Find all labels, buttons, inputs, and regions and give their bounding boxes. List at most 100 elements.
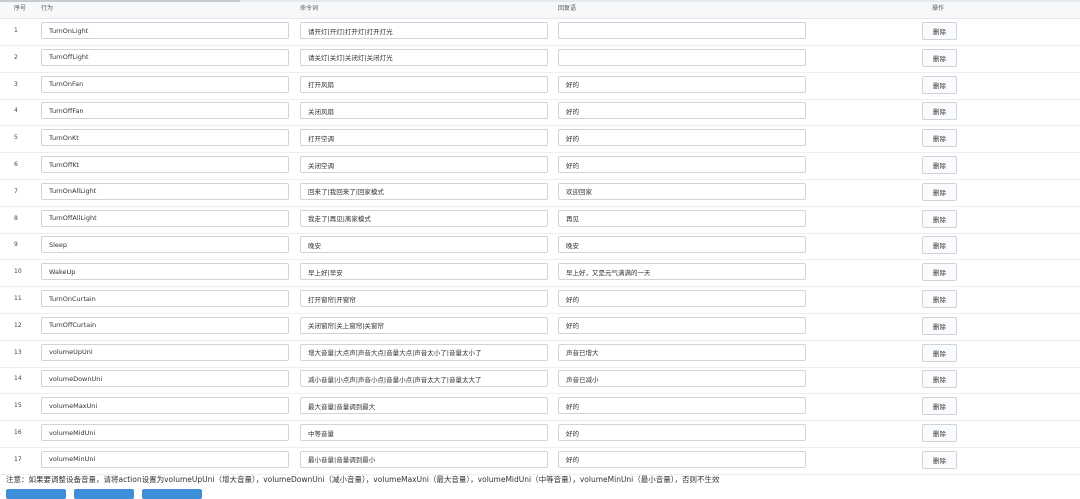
row-index: 17 bbox=[14, 455, 22, 463]
command-input[interactable] bbox=[300, 22, 548, 39]
delete-button[interactable]: 删除 bbox=[922, 450, 957, 469]
command-input[interactable] bbox=[300, 182, 548, 200]
command-input[interactable] bbox=[300, 156, 548, 173]
delete-button[interactable]: 删除 bbox=[922, 75, 957, 94]
reply-input[interactable] bbox=[558, 236, 806, 254]
table-row: 4 删除 bbox=[0, 98, 1080, 127]
command-input[interactable] bbox=[300, 397, 548, 415]
command-input[interactable] bbox=[300, 129, 548, 147]
command-input[interactable] bbox=[300, 102, 548, 120]
delete-button[interactable]: 删除 bbox=[922, 129, 957, 148]
command-input[interactable] bbox=[300, 343, 548, 361]
command-input[interactable] bbox=[300, 236, 548, 254]
delete-button[interactable]: 删除 bbox=[922, 343, 957, 362]
command-input[interactable] bbox=[300, 209, 548, 227]
row-index: 13 bbox=[14, 348, 22, 356]
action-input[interactable] bbox=[41, 102, 289, 120]
action-input[interactable] bbox=[41, 236, 289, 254]
delete-button[interactable]: 删除 bbox=[922, 182, 957, 201]
table-row: 9 删除 bbox=[0, 232, 1080, 261]
command-input[interactable] bbox=[300, 450, 548, 468]
delete-button[interactable]: 删除 bbox=[922, 263, 957, 282]
reply-input[interactable] bbox=[558, 397, 806, 415]
command-input[interactable] bbox=[300, 263, 548, 281]
action-input[interactable] bbox=[41, 263, 289, 281]
action-input[interactable] bbox=[41, 424, 289, 441]
action-input[interactable] bbox=[41, 316, 289, 334]
reply-input[interactable] bbox=[558, 316, 806, 334]
action-input[interactable] bbox=[41, 370, 289, 388]
delete-button[interactable]: 删除 bbox=[922, 156, 957, 174]
table-row: 15 删除 bbox=[0, 393, 1080, 422]
delete-button[interactable]: 删除 bbox=[922, 316, 957, 335]
table-row: 3 删除 bbox=[0, 72, 1080, 100]
table-row: 13 删除 bbox=[0, 340, 1080, 368]
action-input[interactable] bbox=[41, 156, 289, 173]
reply-input[interactable] bbox=[558, 102, 806, 120]
delete-button[interactable]: 删除 bbox=[922, 22, 957, 40]
delete-button[interactable]: 删除 bbox=[922, 370, 957, 389]
row-index: 6 bbox=[14, 161, 18, 168]
reply-input[interactable] bbox=[558, 424, 806, 441]
action-input[interactable] bbox=[41, 75, 289, 93]
reply-input[interactable] bbox=[558, 182, 806, 200]
command-input[interactable] bbox=[300, 424, 548, 441]
row-index: 4 bbox=[14, 107, 18, 115]
row-index: 9 bbox=[14, 241, 18, 249]
footer-button-1[interactable] bbox=[6, 489, 66, 499]
delete-button[interactable]: 删除 bbox=[922, 236, 957, 255]
row-index: 7 bbox=[14, 187, 18, 195]
table-header: 序号 行为 命令词 回复语 操作 bbox=[0, 2, 1080, 19]
action-input[interactable] bbox=[41, 290, 289, 307]
row-index: 15 bbox=[14, 402, 22, 410]
delete-button[interactable]: 删除 bbox=[922, 290, 957, 308]
reply-input[interactable] bbox=[558, 370, 806, 388]
table-row: 16 删除 bbox=[0, 420, 1080, 448]
reply-input[interactable] bbox=[558, 290, 806, 307]
reply-input[interactable] bbox=[558, 156, 806, 173]
table-row: 5 删除 bbox=[0, 125, 1080, 154]
row-index: 5 bbox=[14, 134, 18, 142]
table-row: 10 删除 bbox=[0, 259, 1080, 288]
command-input[interactable] bbox=[300, 75, 548, 93]
action-input[interactable] bbox=[41, 22, 289, 39]
delete-button[interactable]: 删除 bbox=[922, 102, 957, 121]
footer-button-3[interactable] bbox=[142, 489, 202, 499]
reply-input[interactable] bbox=[558, 75, 806, 93]
command-input[interactable] bbox=[300, 316, 548, 334]
action-input[interactable] bbox=[41, 343, 289, 361]
table-row: 12 删除 bbox=[0, 313, 1080, 341]
row-index: 11 bbox=[14, 295, 22, 302]
action-input[interactable] bbox=[41, 182, 289, 200]
reply-input[interactable] bbox=[558, 129, 806, 147]
header-command: 命令词 bbox=[300, 5, 319, 12]
action-input[interactable] bbox=[41, 397, 289, 415]
header-operation: 操作 bbox=[932, 5, 945, 12]
row-index: 2 bbox=[14, 53, 18, 61]
command-input[interactable] bbox=[300, 48, 548, 66]
action-input[interactable] bbox=[41, 48, 289, 66]
reply-input[interactable] bbox=[558, 209, 806, 227]
reply-input[interactable] bbox=[558, 263, 806, 281]
row-index: 12 bbox=[14, 321, 22, 329]
reply-input[interactable] bbox=[558, 22, 806, 39]
action-input[interactable] bbox=[41, 129, 289, 147]
volume-note: 注意：如果要调整设备音量，请将action设置为volumeUpUni（增大音量… bbox=[6, 475, 720, 484]
header-reply: 回复语 bbox=[558, 5, 577, 12]
reply-input[interactable] bbox=[558, 48, 806, 66]
action-input[interactable] bbox=[41, 209, 289, 227]
command-input[interactable] bbox=[300, 290, 548, 307]
delete-button[interactable]: 删除 bbox=[922, 48, 957, 67]
reply-input[interactable] bbox=[558, 343, 806, 361]
reply-input[interactable] bbox=[558, 450, 806, 468]
command-input[interactable] bbox=[300, 370, 548, 388]
table-row: 2 删除 bbox=[0, 45, 1080, 73]
table-row: 8 删除 bbox=[0, 206, 1080, 234]
table-row: 6 删除 bbox=[0, 152, 1080, 180]
action-input[interactable] bbox=[41, 450, 289, 468]
delete-button[interactable]: 删除 bbox=[922, 397, 957, 416]
footer-button-2[interactable] bbox=[74, 489, 134, 499]
delete-button[interactable]: 删除 bbox=[922, 209, 957, 228]
delete-button[interactable]: 删除 bbox=[922, 424, 957, 442]
row-index: 3 bbox=[14, 80, 18, 88]
